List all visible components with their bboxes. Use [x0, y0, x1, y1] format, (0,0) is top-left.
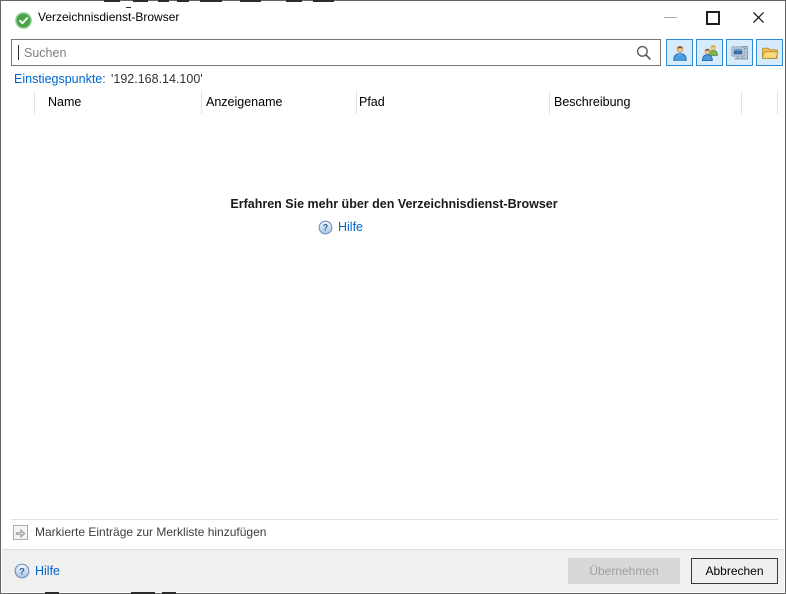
column-separator [741, 91, 742, 114]
background-window-artifact [126, 7, 131, 8]
apply-button[interactable]: Übernehmen [568, 558, 680, 584]
filter-containers-button[interactable] [756, 39, 783, 66]
maximize-icon [706, 11, 720, 25]
help-link-label: Hilfe [338, 220, 363, 234]
column-separator [549, 91, 550, 114]
column-header-beschreibung[interactable]: Beschreibung [554, 91, 630, 114]
background-window-artifact [286, 0, 302, 2]
entry-points-value: '192.168.14.100' [111, 72, 203, 86]
maximize-button[interactable] [698, 2, 728, 33]
directory-browser-dialog: Verzeichnisdienst-Browser [0, 0, 786, 594]
filter-groups-button[interactable] [696, 39, 723, 66]
column-header-anzeigename[interactable]: Anzeigename [206, 91, 282, 114]
background-window-artifact [240, 0, 261, 2]
close-button[interactable] [743, 2, 773, 33]
footer-help-label: Hilfe [35, 564, 60, 578]
cancel-button[interactable]: Abbrechen [691, 558, 778, 584]
search-box [11, 39, 661, 66]
empty-state-message: Erfahren Sie mehr über den Verzeichnisdi… [1, 197, 786, 211]
svg-text:?: ? [19, 566, 25, 577]
search-input[interactable] [24, 41, 624, 64]
add-to-merkliste-label: Markierte Einträge zur Merkliste hinzufü… [35, 525, 266, 539]
entry-points-link[interactable]: Einstiegspunkte: [14, 72, 106, 86]
footer: ? Hilfe Übernehmen Abbrechen [2, 549, 784, 592]
folder-icon [760, 43, 780, 63]
minimize-icon [664, 17, 677, 18]
close-icon [752, 11, 765, 24]
titlebar: Verzeichnisdienst-Browser [2, 2, 784, 33]
column-header-pfad[interactable]: Pfad [359, 91, 385, 114]
column-separator [356, 91, 357, 114]
background-window-artifact [200, 0, 222, 2]
table-bottom-divider [11, 519, 778, 520]
filter-users-button[interactable] [666, 39, 693, 66]
background-window-artifact [104, 0, 120, 2]
text-caret [18, 45, 19, 60]
help-icon: ? [318, 220, 333, 235]
help-icon: ? [14, 563, 30, 579]
add-to-merkliste-action[interactable]: Markierte Einträge zur Merkliste hinzufü… [13, 523, 266, 541]
column-separator [34, 91, 35, 114]
background-window-artifact [313, 0, 334, 2]
background-window-artifact [158, 0, 169, 2]
background-window-artifact [177, 0, 189, 2]
search-icon [635, 44, 653, 62]
results-table-header: Name Anzeigename Pfad Beschreibung [11, 91, 778, 114]
window-title: Verzeichnisdienst-Browser [38, 2, 179, 33]
empty-state-help-link[interactable]: ? Hilfe [318, 219, 363, 235]
column-header-name[interactable]: Name [48, 91, 81, 114]
minimize-button[interactable] [655, 2, 685, 33]
add-to-list-icon [13, 525, 28, 540]
column-separator [777, 91, 778, 114]
user-icon [670, 43, 690, 63]
app-icon-green-check [15, 12, 32, 29]
column-separator [201, 91, 202, 114]
user-group-icon [700, 43, 720, 63]
computer-icon [730, 43, 750, 63]
footer-help-link[interactable]: ? Hilfe [14, 563, 60, 579]
svg-text:?: ? [323, 222, 328, 232]
filter-computers-button[interactable] [726, 39, 753, 66]
background-window-artifact [133, 0, 148, 2]
